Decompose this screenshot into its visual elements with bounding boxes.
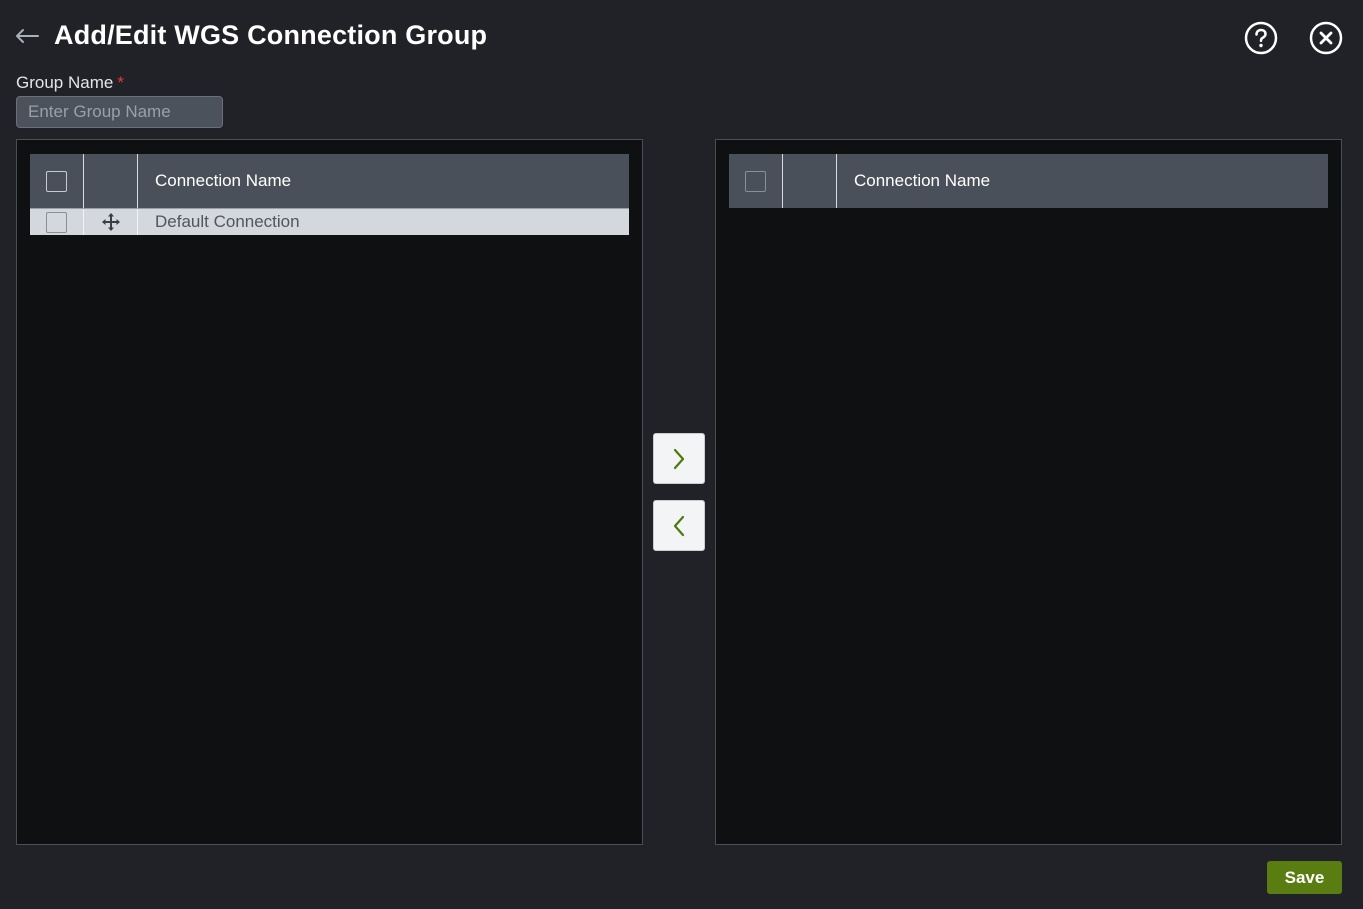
drag-column-header [84,154,138,208]
available-connections-table: Connection Name Default Connection [30,154,629,235]
back-button[interactable] [14,24,40,48]
row-checkbox[interactable] [46,211,67,233]
chevron-right-icon [673,448,685,469]
select-all-checkbox[interactable] [46,170,67,192]
row-check-cell [30,209,84,235]
chevron-left-icon [673,515,685,536]
arrow-left-icon [16,29,39,43]
move-icon [101,213,120,231]
move-right-button[interactable] [653,433,705,484]
available-connections-panel: Connection Name Default Connection [16,139,643,845]
close-button[interactable] [1309,21,1343,55]
select-all-cell [729,154,783,208]
save-button[interactable]: Save [1267,861,1342,894]
table-header: Connection Name [729,154,1328,208]
table-row[interactable]: Default Connection [30,208,629,235]
selected-connections-panel: Connection Name [715,139,1342,845]
group-name-label: Group Name * [16,73,124,93]
select-all-checkbox[interactable] [745,170,766,192]
required-marker: * [117,73,124,92]
selected-connections-table: Connection Name [729,154,1328,208]
group-name-input[interactable] [16,96,223,128]
select-all-cell [30,154,84,208]
help-circle-icon [1244,21,1278,55]
close-circle-icon [1309,21,1343,55]
help-button[interactable] [1244,21,1278,55]
page-header: Add/Edit WGS Connection Group [0,0,1363,76]
drag-column-header [783,154,837,208]
group-name-label-text: Group Name [16,73,114,92]
connection-name-header[interactable]: Connection Name [138,154,629,208]
move-left-button[interactable] [653,500,705,551]
drag-handle[interactable] [84,209,138,235]
table-header: Connection Name [30,154,629,208]
connection-name-cell: Default Connection [155,212,300,231]
connection-name-header[interactable]: Connection Name [837,154,1328,208]
page-title: Add/Edit WGS Connection Group [54,20,488,50]
